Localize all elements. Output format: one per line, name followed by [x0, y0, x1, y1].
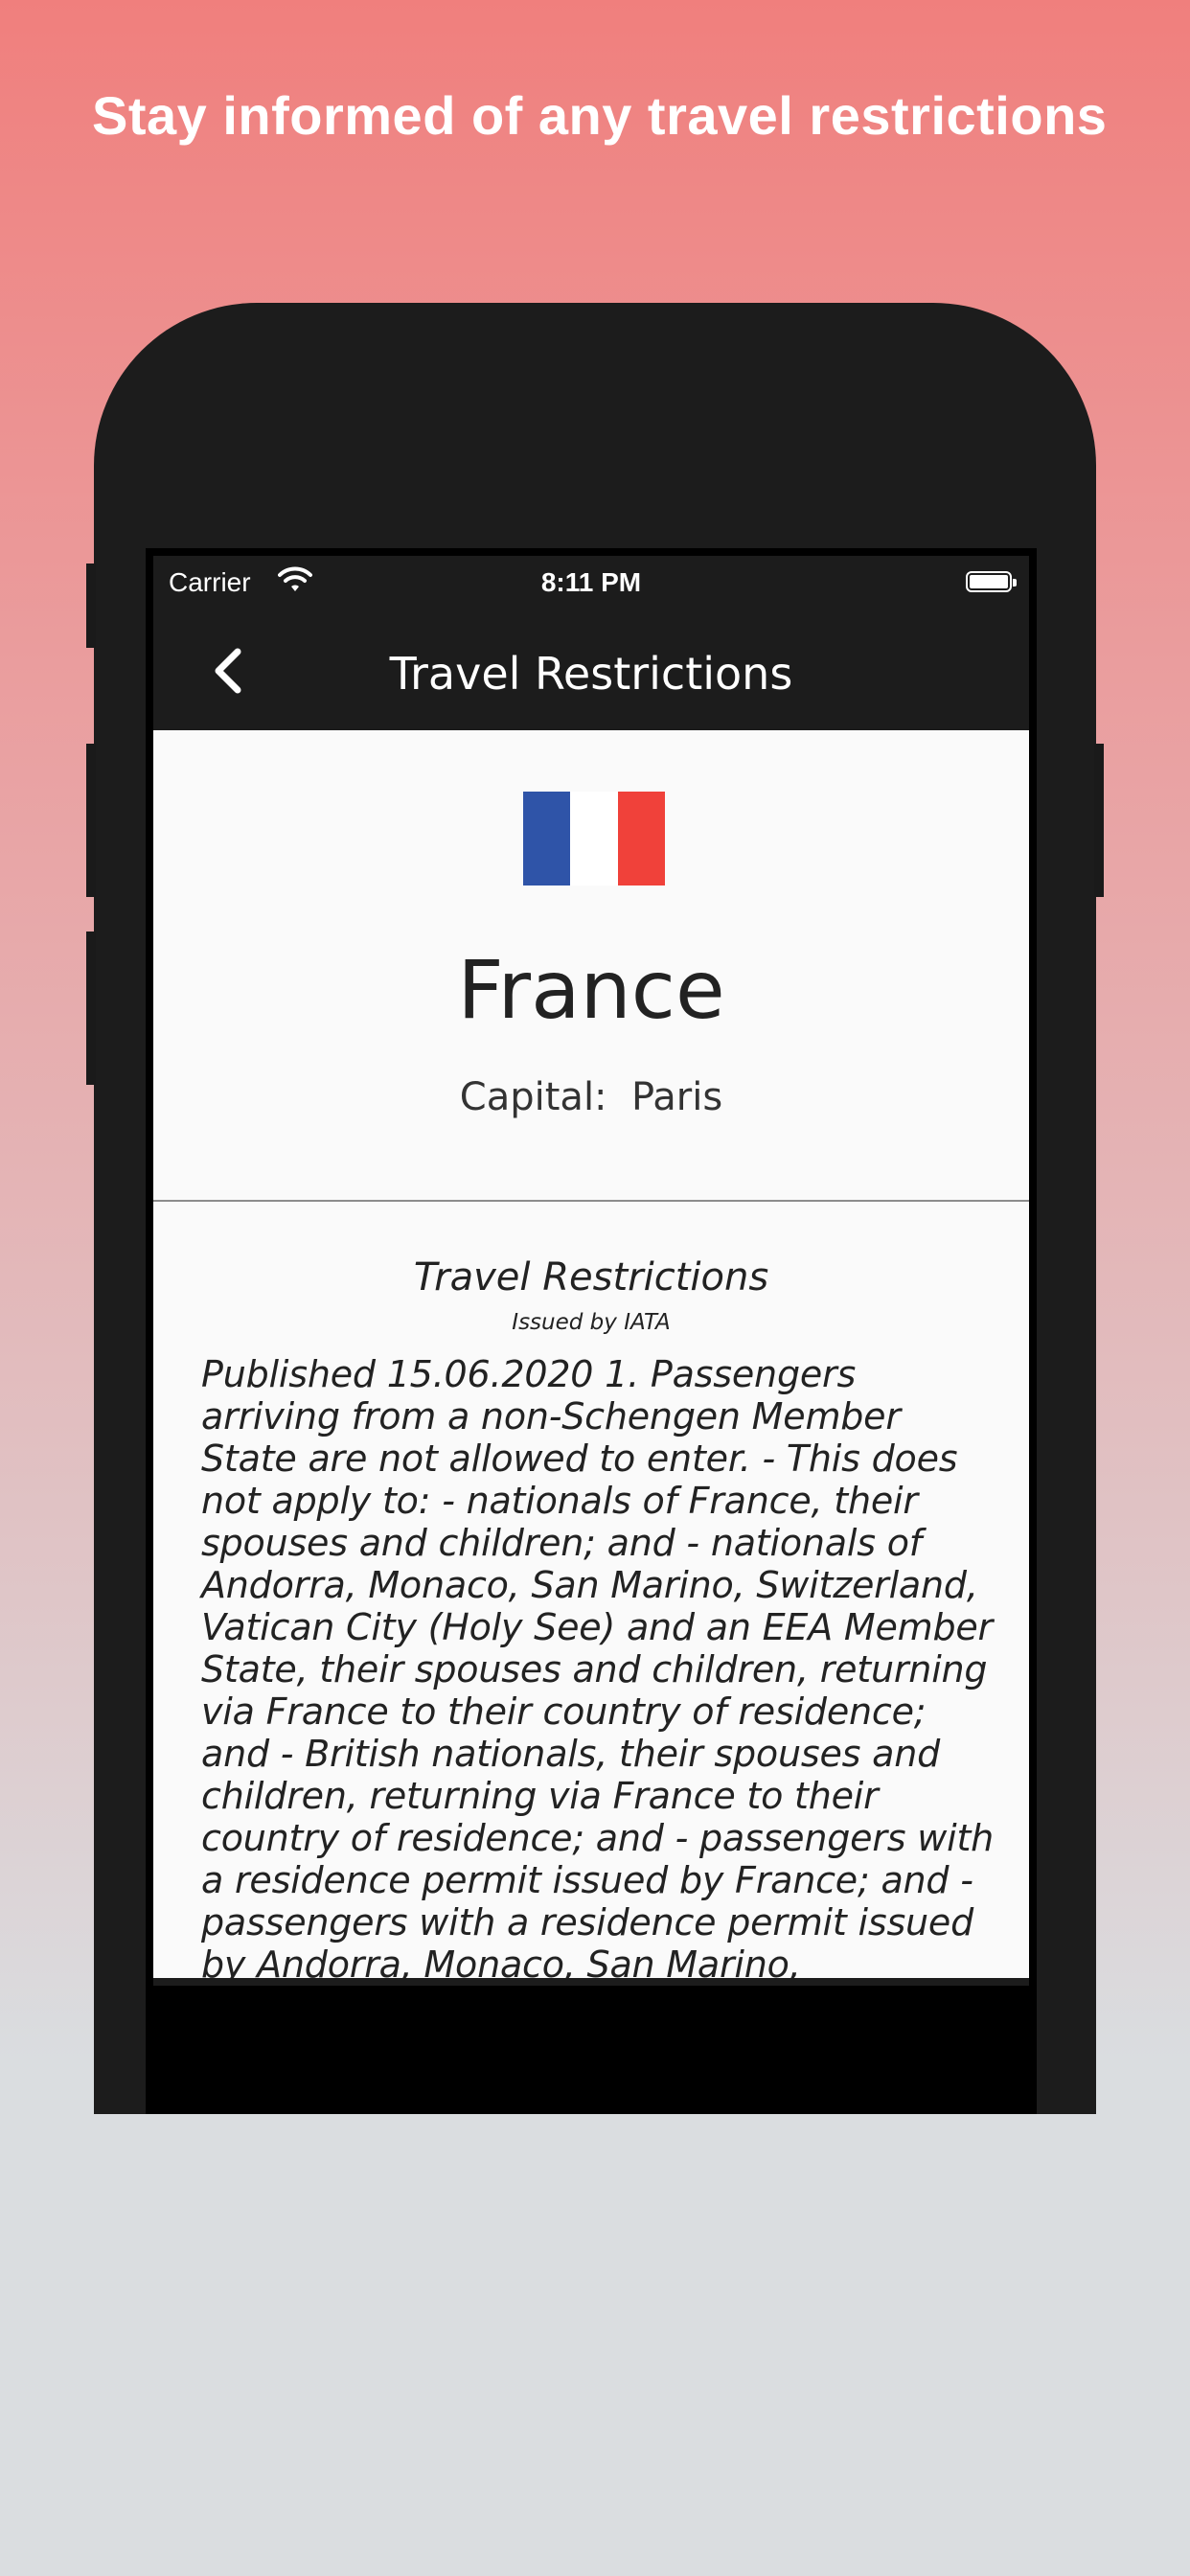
country-flag: [523, 792, 665, 886]
phone-volume-up-button: [86, 744, 96, 897]
phone-power-button: [1094, 744, 1104, 897]
country-name: France: [457, 943, 725, 1037]
restrictions-source: Issued by IATA: [512, 1310, 671, 1335]
navigation-bar: Travel Restrictions: [153, 613, 1029, 730]
restrictions-title: Travel Restrictions: [413, 1255, 769, 1300]
restrictions-text: Published 15.06.2020 1. Passengers arriv…: [201, 1353, 995, 1978]
flag-stripe-white: [570, 792, 618, 886]
phone-volume-down-button: [86, 932, 96, 1085]
country-detail: France Capital: Paris Travel Restriction…: [153, 730, 1029, 1978]
flag-stripe-blue: [523, 792, 571, 886]
status-time: 8:11 PM: [540, 567, 642, 597]
phone-silent-switch: [86, 564, 96, 648]
status-bar: Carrier 8:11 PM: [153, 556, 1029, 613]
bottom-bar: [153, 1978, 1029, 1986]
section-divider: [153, 1200, 1029, 1202]
battery-icon: [966, 571, 1017, 592]
phone-screen: Carrier 8:11 PM Travel Restrictions Fran…: [146, 548, 1037, 2114]
flag-stripe-red: [617, 792, 665, 886]
page-title: Travel Restrictions: [389, 648, 793, 700]
capital-line: Capital: Paris: [459, 1075, 723, 1119]
promo-headline: Stay informed of any travel restrictions: [92, 85, 1108, 146]
